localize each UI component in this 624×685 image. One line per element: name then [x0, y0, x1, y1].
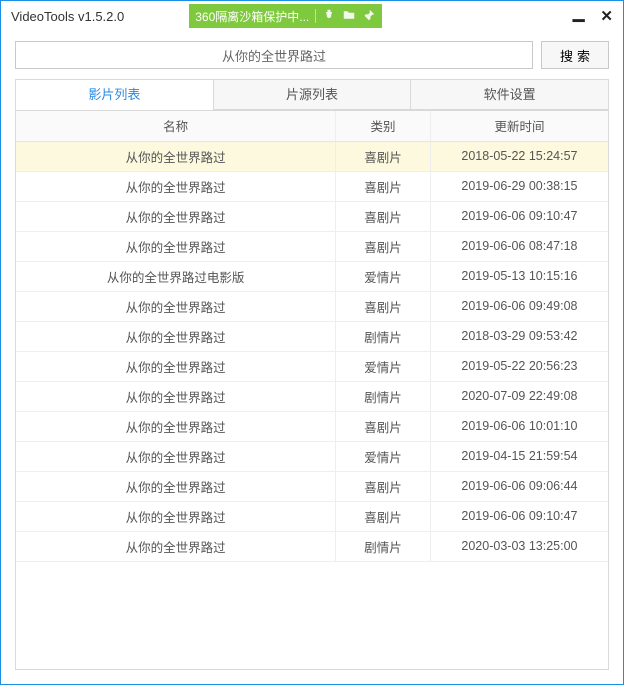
- cell-time: 2019-06-06 09:10:47: [430, 501, 608, 531]
- cell-type: 喜剧片: [336, 471, 431, 501]
- cell-type: 剧情片: [336, 321, 431, 351]
- cell-time: 2019-05-13 10:15:16: [430, 261, 608, 291]
- cell-type: 喜剧片: [336, 411, 431, 441]
- folder-icon[interactable]: [342, 9, 356, 23]
- tab-settings[interactable]: 软件设置: [410, 80, 608, 110]
- cell-name: 从你的全世界路过: [16, 411, 336, 441]
- cell-name: 从你的全世界路过: [16, 531, 336, 561]
- cell-name: 从你的全世界路过: [16, 231, 336, 261]
- table-row[interactable]: 从你的全世界路过剧情片2018-03-29 09:53:42: [16, 321, 608, 351]
- results-table: 名称 类别 更新时间 从你的全世界路过喜剧片2018-05-22 15:24:5…: [16, 111, 608, 562]
- separator: [315, 9, 316, 23]
- table-row[interactable]: 从你的全世界路过剧情片2020-07-09 22:49:08: [16, 381, 608, 411]
- cell-name: 从你的全世界路过: [16, 381, 336, 411]
- cell-type: 爱情片: [336, 441, 431, 471]
- cell-type: 爱情片: [336, 351, 431, 381]
- cell-name: 从你的全世界路过: [16, 441, 336, 471]
- plug-icon[interactable]: [322, 9, 336, 23]
- cell-name: 从你的全世界路过: [16, 141, 336, 171]
- app-window: VideoTools v1.5.2.0 360隔离沙箱保护中... ▁ ✕ 搜索…: [0, 0, 624, 685]
- cell-type: 剧情片: [336, 531, 431, 561]
- cell-name: 从你的全世界路过: [16, 471, 336, 501]
- table-row[interactable]: 从你的全世界路过喜剧片2019-06-06 09:10:47: [16, 201, 608, 231]
- search-button[interactable]: 搜索: [541, 41, 609, 69]
- col-header-type[interactable]: 类别: [336, 111, 431, 141]
- cell-type: 喜剧片: [336, 141, 431, 171]
- window-controls: ▁ ✕: [573, 9, 623, 24]
- cell-name: 从你的全世界路过: [16, 201, 336, 231]
- table-row[interactable]: 从你的全世界路过剧情片2020-03-03 13:25:00: [16, 531, 608, 561]
- table-row[interactable]: 从你的全世界路过爱情片2019-04-15 21:59:54: [16, 441, 608, 471]
- cell-name: 从你的全世界路过电影版: [16, 261, 336, 291]
- cell-time: 2019-06-06 09:06:44: [430, 471, 608, 501]
- titlebar[interactable]: VideoTools v1.5.2.0 360隔离沙箱保护中... ▁ ✕: [1, 1, 623, 31]
- window-title: VideoTools v1.5.2.0: [1, 9, 124, 24]
- sandbox-label: 360隔离沙箱保护中...: [195, 8, 309, 25]
- cell-time: 2020-03-03 13:25:00: [430, 531, 608, 561]
- pin-icon[interactable]: [362, 9, 376, 23]
- cell-time: 2019-06-29 00:38:15: [430, 171, 608, 201]
- cell-type: 喜剧片: [336, 201, 431, 231]
- cell-name: 从你的全世界路过: [16, 291, 336, 321]
- cell-time: 2019-06-06 10:01:10: [430, 411, 608, 441]
- search-bar: 搜索: [1, 31, 623, 75]
- tab-source-list[interactable]: 片源列表: [213, 80, 411, 110]
- cell-time: 2019-04-15 21:59:54: [430, 441, 608, 471]
- cell-type: 喜剧片: [336, 231, 431, 261]
- table-row[interactable]: 从你的全世界路过喜剧片2019-06-06 09:49:08: [16, 291, 608, 321]
- minimize-button[interactable]: ▁: [573, 6, 585, 21]
- cell-name: 从你的全世界路过: [16, 351, 336, 381]
- results-table-wrap[interactable]: 名称 类别 更新时间 从你的全世界路过喜剧片2018-05-22 15:24:5…: [15, 110, 609, 670]
- cell-name: 从你的全世界路过: [16, 501, 336, 531]
- table-row[interactable]: 从你的全世界路过爱情片2019-05-22 20:56:23: [16, 351, 608, 381]
- table-header-row: 名称 类别 更新时间: [16, 111, 608, 141]
- search-input[interactable]: [15, 41, 533, 69]
- table-row[interactable]: 从你的全世界路过喜剧片2018-05-22 15:24:57: [16, 141, 608, 171]
- cell-type: 喜剧片: [336, 501, 431, 531]
- table-row[interactable]: 从你的全世界路过喜剧片2019-06-06 10:01:10: [16, 411, 608, 441]
- sandbox-badge[interactable]: 360隔离沙箱保护中...: [189, 4, 382, 28]
- cell-time: 2019-06-06 09:10:47: [430, 201, 608, 231]
- cell-type: 剧情片: [336, 381, 431, 411]
- cell-time: 2018-05-22 15:24:57: [430, 141, 608, 171]
- table-row[interactable]: 从你的全世界路过电影版爱情片2019-05-13 10:15:16: [16, 261, 608, 291]
- cell-time: 2020-07-09 22:49:08: [430, 381, 608, 411]
- cell-time: 2018-03-29 09:53:42: [430, 321, 608, 351]
- cell-type: 喜剧片: [336, 171, 431, 201]
- cell-time: 2019-05-22 20:56:23: [430, 351, 608, 381]
- cell-name: 从你的全世界路过: [16, 171, 336, 201]
- tab-bar: 影片列表 片源列表 软件设置: [15, 79, 609, 110]
- cell-type: 爱情片: [336, 261, 431, 291]
- col-header-time[interactable]: 更新时间: [430, 111, 608, 141]
- cell-time: 2019-06-06 08:47:18: [430, 231, 608, 261]
- col-header-name[interactable]: 名称: [16, 111, 336, 141]
- tab-video-list[interactable]: 影片列表: [16, 80, 213, 110]
- table-row[interactable]: 从你的全世界路过喜剧片2019-06-29 00:38:15: [16, 171, 608, 201]
- cell-type: 喜剧片: [336, 291, 431, 321]
- table-row[interactable]: 从你的全世界路过喜剧片2019-06-06 09:06:44: [16, 471, 608, 501]
- table-row[interactable]: 从你的全世界路过喜剧片2019-06-06 08:47:18: [16, 231, 608, 261]
- cell-name: 从你的全世界路过: [16, 321, 336, 351]
- table-row[interactable]: 从你的全世界路过喜剧片2019-06-06 09:10:47: [16, 501, 608, 531]
- cell-time: 2019-06-06 09:49:08: [430, 291, 608, 321]
- close-button[interactable]: ✕: [600, 9, 613, 24]
